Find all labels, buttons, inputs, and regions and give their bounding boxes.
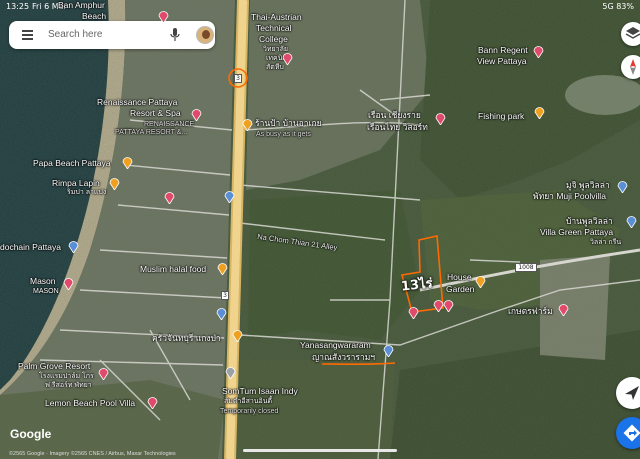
microphone-icon[interactable] [170, 28, 180, 42]
map-label[interactable]: โรงแรมปาล์ม โกร [39, 373, 94, 381]
map-label[interactable]: Mason [30, 276, 56, 286]
navigate-button[interactable] [616, 377, 640, 409]
directions-icon [623, 424, 640, 442]
map-label[interactable]: dochain Pattaya [0, 242, 61, 252]
orange-place-pin-icon[interactable] [109, 177, 120, 190]
map-label[interactable]: College [259, 34, 288, 44]
orange-place-pin-icon[interactable] [232, 329, 243, 342]
map-label[interactable]: เกษตรฟาร์ม [508, 306, 553, 316]
map-label[interactable]: Thai-Austrian [251, 12, 302, 22]
map-label[interactable]: House [447, 272, 472, 282]
blue-place-pin-icon[interactable] [68, 240, 79, 253]
route-3-shield: 3 [234, 74, 242, 83]
map-label[interactable]: Fishing park [478, 111, 524, 121]
layers-icon [625, 27, 640, 39]
map-label[interactable]: View Pattaya [477, 56, 526, 66]
map-label[interactable]: Papa Beach Pattaya [33, 158, 111, 168]
map-label[interactable]: PATTAYA RESORT &... [115, 128, 187, 138]
map-label[interactable]: ฟ รีสอร์ท พัทยา [45, 382, 92, 390]
map-label[interactable]: Villa Green Pattaya [540, 227, 613, 237]
map-label[interactable]: Temporarily closed [220, 407, 278, 417]
search-bar[interactable]: Search here [9, 21, 215, 49]
map-label[interactable]: Palm Grove Resort [18, 361, 90, 371]
map-label[interactable]: มูจิ พูลวิลล่า [566, 180, 610, 190]
bottom-sheet-handle[interactable] [243, 449, 397, 452]
red-place-pin-icon[interactable] [408, 306, 419, 319]
red-place-pin-icon[interactable] [435, 112, 446, 125]
orange-place-pin-icon[interactable] [534, 106, 545, 119]
map-label[interactable]: ร้านป้า บ้านอาเกย [255, 118, 322, 128]
map-label[interactable]: Garden [446, 284, 474, 294]
blue-place-pin-icon[interactable] [383, 344, 394, 357]
blue-place-pin-icon[interactable] [216, 307, 227, 320]
search-placeholder[interactable]: Search here [48, 29, 102, 40]
map-attribution: ©2565 Google · Imagery ©2565 CNES / Airb… [9, 451, 176, 457]
map-label[interactable]: Technical [256, 23, 291, 33]
map-label[interactable]: MASON [33, 288, 59, 296]
blue-place-pin-icon[interactable] [224, 190, 235, 203]
map-label[interactable]: เรือน เชียงราย [368, 110, 421, 120]
red-place-pin-icon[interactable] [443, 299, 454, 312]
map-label[interactable]: Bann Regent [478, 45, 528, 55]
route-3-shield: 3 [221, 291, 229, 300]
avatar[interactable] [196, 26, 214, 44]
map-label[interactable]: วิลล่า กรีน [590, 239, 621, 247]
menu-icon[interactable] [22, 30, 33, 40]
red-place-pin-icon[interactable] [558, 303, 569, 316]
red-place-pin-icon[interactable] [533, 45, 544, 58]
status-system: 5G 83% [602, 2, 634, 11]
map-label[interactable]: บ้านพูลวิลล่า [566, 216, 613, 226]
red-place-pin-icon[interactable] [282, 52, 293, 65]
map-label[interactable]: Ban Amphur [58, 0, 105, 10]
map-label[interactable]: SomTum Isaan Indy [222, 386, 298, 396]
map-label[interactable]: Renaissance Pattaya [97, 97, 177, 107]
orange-place-pin-icon[interactable] [242, 118, 253, 131]
handwritten-annotation: 13ไร่ [400, 276, 434, 295]
route-1008-shield: 1008 [515, 263, 537, 272]
grey-place-pin-icon[interactable] [225, 366, 236, 379]
orange-place-pin-icon[interactable] [217, 262, 228, 275]
map-label[interactable]: ครัวจันทบุรี แกงป่า [152, 333, 221, 343]
map-label[interactable]: สัตหีบ [266, 64, 284, 72]
layers-button[interactable] [621, 22, 640, 46]
directions-button[interactable] [616, 417, 640, 449]
blue-place-pin-icon[interactable] [626, 215, 637, 228]
map-label[interactable]: Lemon Beach Pool Villa [45, 398, 135, 408]
google-logo: Google [10, 427, 52, 441]
map-label[interactable]: As busy as it gets [256, 130, 311, 140]
map-label[interactable]: ริมปา ลาแปง [67, 189, 106, 197]
orange-place-pin-icon[interactable] [475, 275, 486, 288]
red-place-pin-icon[interactable] [164, 191, 175, 204]
blue-place-pin-icon[interactable] [617, 180, 628, 193]
map-label[interactable]: Yanasangwararam [300, 340, 371, 350]
map-label[interactable]: Beach [82, 11, 106, 21]
map-label[interactable]: เรือนไทย วิสอร์ท [367, 122, 428, 132]
map-label[interactable]: พัทยา Muji Poolvilla [533, 191, 606, 201]
red-place-pin-icon[interactable] [158, 10, 169, 23]
red-place-pin-icon[interactable] [147, 396, 158, 409]
orange-place-pin-icon[interactable] [122, 156, 133, 169]
red-place-pin-icon[interactable] [98, 367, 109, 380]
map-label[interactable]: ส้มตำอีสานอินดี้ [224, 398, 272, 406]
map-label[interactable]: ญาณสังวรารามฯ [312, 352, 375, 362]
map-label[interactable]: Resort & Spa [130, 108, 181, 118]
red-place-pin-icon[interactable] [63, 277, 74, 290]
status-time: 13:25 [6, 2, 30, 11]
map-label[interactable]: Muslim halal food [140, 264, 206, 274]
compass-icon [630, 59, 636, 75]
navigation-arrow-icon [625, 386, 639, 400]
compass-button[interactable] [621, 55, 640, 79]
map-label[interactable]: Rimpa Lapin [52, 178, 100, 188]
red-place-pin-icon[interactable] [191, 108, 202, 121]
